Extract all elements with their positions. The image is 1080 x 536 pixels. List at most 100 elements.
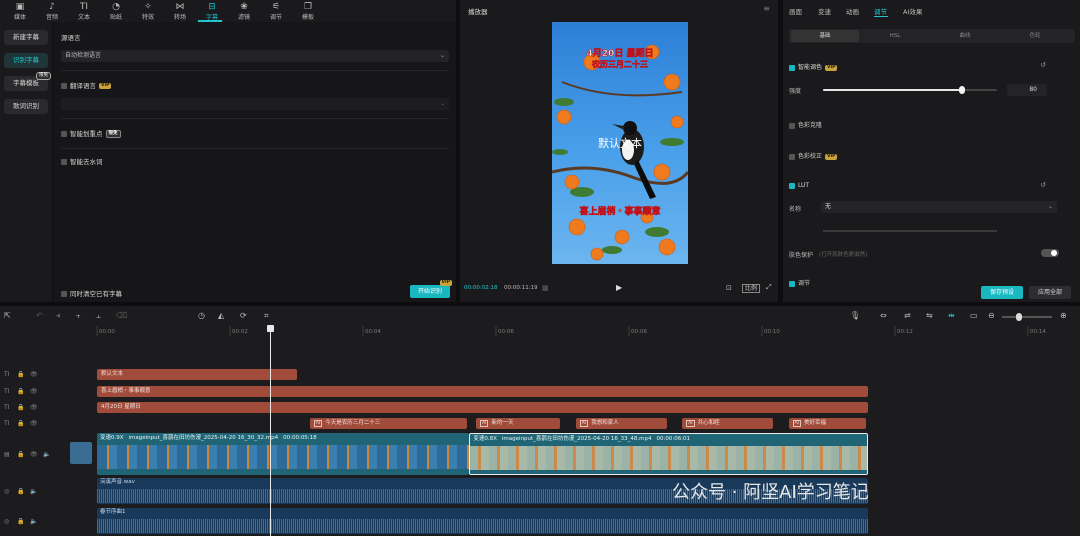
strength-input[interactable]: 80	[1007, 84, 1047, 96]
lut-strength-slider[interactable]	[823, 230, 997, 232]
new-subtitle-button[interactable]: 新建字幕	[4, 30, 48, 45]
apply-all-button[interactable]: 应用全部	[1029, 286, 1071, 299]
eye-icon[interactable]: 👁	[30, 404, 38, 411]
toolbar-item-effects[interactable]: ✧ 特效	[132, 0, 164, 22]
preview-axis-icon[interactable]: ⇹	[948, 311, 955, 320]
fullscreen-icon[interactable]: ⤢	[766, 283, 772, 292]
timecode-icon[interactable]: ▦	[542, 284, 549, 292]
linkage-icon[interactable]: ⇋	[926, 311, 933, 320]
zoom-knob[interactable]	[1016, 313, 1022, 321]
tab-animation[interactable]: 动画	[846, 6, 859, 16]
clear-existing-row[interactable]: 同时清空已有字幕	[61, 288, 122, 298]
select-tool-icon[interactable]: ⇱	[4, 311, 11, 320]
video-track-icon[interactable]: ▤	[4, 451, 10, 458]
subtab-curve[interactable]: 曲线	[931, 30, 999, 42]
save-preset-button[interactable]: 保存预设	[981, 286, 1023, 299]
caption-clip[interactable]: AI 新的一天	[476, 418, 561, 429]
lock-icon[interactable]: 🔒	[17, 404, 24, 411]
zoom-slider[interactable]	[1002, 313, 1052, 321]
lock-icon[interactable]: 🔒	[17, 371, 24, 378]
strength-knob[interactable]	[959, 86, 966, 94]
adjust-row[interactable]: 调节	[789, 278, 810, 287]
subtab-hsl[interactable]: HSL	[861, 30, 929, 42]
reset-icon[interactable]: ↺	[1040, 61, 1046, 69]
text-track-icon[interactable]: TI	[4, 388, 9, 395]
zoom-in-icon[interactable]: ⊕	[1060, 311, 1067, 320]
lock-icon[interactable]: 🔒	[17, 451, 24, 458]
tab-ai-effects[interactable]: AI效果	[903, 6, 922, 16]
toolbar-item-subtitle[interactable]: ⊟ 字幕	[196, 0, 228, 22]
strength-slider[interactable]	[823, 86, 997, 94]
tab-picture[interactable]: 画面	[789, 6, 802, 16]
video-clip[interactable]: 变速0.9X imageinput_喜鹊在田坊伤漫_2025-04-20 16_3…	[97, 433, 470, 475]
text-track-icon[interactable]: TI	[4, 404, 9, 411]
playhead-handle[interactable]	[266, 325, 274, 332]
smart-highlight-checkbox[interactable]	[61, 131, 67, 137]
speaker-icon[interactable]: 🔈	[30, 488, 37, 495]
speaker-icon[interactable]: 🔈	[43, 451, 50, 458]
lock-icon[interactable]: 🔒	[17, 518, 24, 525]
audio-track-icon[interactable]: ◎	[4, 488, 9, 495]
tab-adjust[interactable]: 调节	[874, 6, 887, 16]
mirror-icon[interactable]: ◭	[218, 311, 224, 320]
lock-icon[interactable]: 🔒	[17, 488, 24, 495]
text-clip[interactable]: 4月20日 星期日	[97, 402, 869, 413]
snap-icon[interactable]: ⇌	[904, 311, 911, 320]
subtitle-template-button[interactable]: 字幕模板 限免	[4, 72, 51, 91]
eye-icon[interactable]: 👁	[30, 371, 38, 378]
delete-left-icon[interactable]: ⫟	[76, 311, 81, 321]
translate-row[interactable]: 翻译语言 VIP	[61, 80, 112, 90]
filler-row[interactable]: 智能去水词	[61, 156, 103, 166]
smart-highlight-row[interactable]: 智能划重点 限免	[61, 128, 121, 138]
translate-checkbox[interactable]	[61, 83, 67, 89]
color-clone-checkbox[interactable]	[789, 122, 795, 129]
audio-clip[interactable]: 春节序曲1	[97, 508, 869, 534]
eye-icon[interactable]: 👁	[30, 388, 38, 395]
freeze-icon[interactable]: ◷	[198, 311, 205, 320]
toolbar-item-adjust[interactable]: ⚟ 调节	[260, 0, 292, 22]
audio-track-icon[interactable]: ◎	[4, 518, 9, 525]
subtab-basic[interactable]: 基础	[791, 30, 859, 42]
eye-icon[interactable]: 👁	[30, 451, 38, 458]
lut-row[interactable]: LUT	[789, 182, 809, 189]
zoom-out-icon[interactable]: ⊖	[988, 311, 995, 320]
filler-checkbox[interactable]	[61, 159, 67, 165]
rotate-icon[interactable]: ⟳	[240, 311, 247, 320]
translate-lang-select[interactable]: ⌄	[61, 98, 449, 110]
recognize-subtitle-button[interactable]: 识别字幕	[4, 53, 48, 68]
menu-icon[interactable]: ≡	[763, 4, 770, 13]
eye-icon[interactable]: 👁	[30, 420, 38, 427]
caption-clip[interactable]: AI 我想和家人	[575, 418, 667, 429]
playhead[interactable]	[266, 325, 274, 536]
source-lang-select[interactable]: 自动检测语言 ⌄	[61, 50, 449, 62]
video-clip[interactable]: 变速0.8X imageinput_喜鹊在田坊伤漫_2025-04-20 16_3…	[469, 433, 869, 475]
delete-icon[interactable]: ⌫	[116, 311, 127, 320]
link-icon[interactable]: ⇔	[880, 311, 887, 320]
fit-icon[interactable]: ▭	[970, 311, 978, 320]
reset-icon[interactable]: ↺	[1040, 181, 1046, 189]
lyrics-recognize-button[interactable]: 歌词识别	[4, 99, 48, 114]
toolbar-item-media[interactable]: ▣ 媒体	[4, 0, 36, 22]
delete-right-icon[interactable]: ⫠	[96, 311, 101, 321]
tab-speed[interactable]: 变速	[818, 6, 831, 16]
skin-protect-toggle[interactable]	[1041, 249, 1059, 257]
smart-color-row[interactable]: 智能调色 VIP	[789, 62, 838, 71]
start-recognize-button[interactable]: 开始识别 VIP	[410, 280, 452, 298]
lut-name-select[interactable]: 无 ⌄	[821, 201, 1057, 213]
crop-icon[interactable]: ⌗	[264, 311, 269, 321]
text-track-icon[interactable]: TI	[4, 420, 9, 427]
speaker-icon[interactable]: 🔈	[30, 518, 37, 525]
play-icon[interactable]: ▶	[616, 283, 622, 292]
smart-color-checkbox[interactable]	[789, 64, 795, 71]
toolbar-item-audio[interactable]: ♪ 音频	[36, 0, 68, 22]
subtab-color-wheel[interactable]: 色轮	[1001, 30, 1069, 42]
snapshot-icon[interactable]: ⊡	[726, 284, 732, 292]
mic-icon[interactable]: 🎙	[850, 311, 860, 320]
toolbar-item-sticker[interactable]: ◔ 贴纸	[100, 0, 132, 22]
undo-icon[interactable]: ↶	[36, 311, 43, 320]
text-clip[interactable]: 默认文本	[97, 369, 297, 380]
split-icon[interactable]: ⫞	[56, 311, 60, 321]
ratio-button[interactable]: 比例	[742, 284, 761, 293]
caption-clip[interactable]: AI 美好幸福	[788, 418, 867, 429]
lock-icon[interactable]: 🔒	[17, 420, 24, 427]
